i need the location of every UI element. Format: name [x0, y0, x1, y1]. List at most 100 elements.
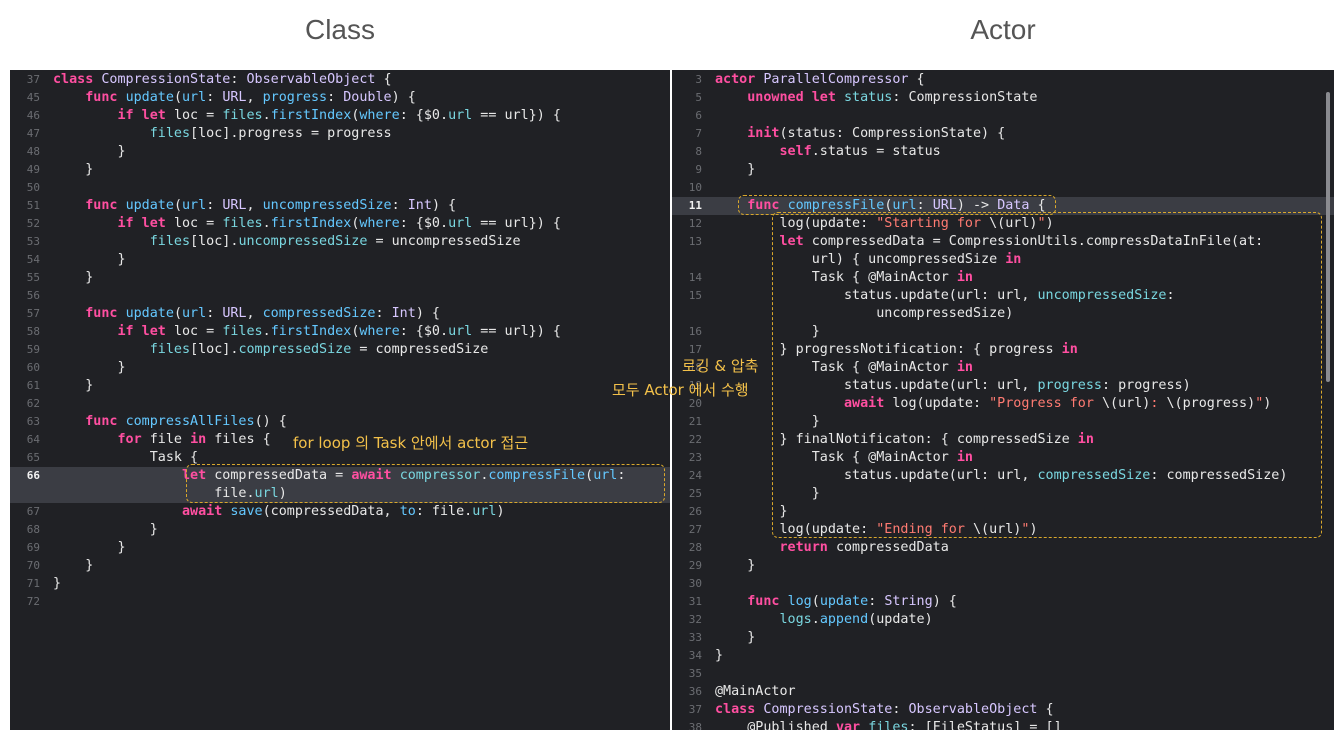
code-token: self: [779, 144, 812, 159]
code-token: if let: [117, 108, 174, 123]
code-line[interactable]: 51 func update(url: URL, uncompressedSiz…: [10, 197, 670, 215]
line-number: 30: [688, 577, 702, 590]
code-line[interactable]: 5 unowned let status: CompressionState: [672, 89, 1334, 107]
code-text: }: [53, 161, 93, 179]
code-line[interactable]: 7 init(status: CompressionState) {: [672, 125, 1334, 143]
code-line[interactable]: 32 logs.append(update): [672, 611, 1334, 629]
code-line[interactable]: 34}: [672, 647, 1334, 665]
code-token: CompressionState: [101, 72, 231, 87]
code-token: :: [230, 72, 247, 87]
code-token: }: [715, 648, 724, 663]
code-line[interactable]: 56: [10, 287, 670, 305]
code-token: .: [811, 612, 820, 627]
code-text: for file in files {: [53, 431, 271, 449]
code-line[interactable]: 57 func update(url: URL, compressedSize:…: [10, 305, 670, 323]
code-token: {: [1037, 702, 1054, 717]
code-line[interactable]: 72: [10, 593, 670, 611]
code-line[interactable]: 28 return compressedData: [672, 539, 1334, 557]
line-number: 9: [695, 163, 702, 176]
line-number: 60: [26, 361, 40, 374]
code-token: (: [173, 306, 182, 321]
code-token: func: [85, 414, 126, 429]
code-line[interactable]: 46 if let loc = files.firstIndex(where: …: [10, 107, 670, 125]
code-token: if let: [117, 324, 174, 339]
vertical-scrollbar[interactable]: [1326, 92, 1330, 382]
code-token: URL: [222, 306, 247, 321]
code-line[interactable]: 70 }: [10, 557, 670, 575]
code-line[interactable]: 31 func log(update: String) {: [672, 593, 1334, 611]
code-text: return compressedData: [715, 539, 949, 557]
code-token: : [FileStatus] = []: [908, 720, 1062, 730]
code-token: files {: [214, 432, 271, 447]
code-line[interactable]: 37 class CompressionState: ObservableObje…: [672, 701, 1334, 719]
code-line[interactable]: 47 files[loc].progress = progress: [10, 125, 670, 143]
code-line[interactable]: 62: [10, 395, 670, 413]
code-line[interactable]: 6: [672, 107, 1334, 125]
code-line[interactable]: 69 }: [10, 539, 670, 557]
code-token: compressedSize: [238, 342, 352, 357]
code-line[interactable]: 59 files[loc].compressedSize = compresse…: [10, 341, 670, 359]
code-token: logs: [779, 612, 812, 627]
line-number: 38: [688, 721, 702, 730]
code-token: }: [715, 630, 756, 645]
code-token: files: [149, 342, 191, 357]
code-line[interactable]: 54 }: [10, 251, 670, 269]
code-token: : file.: [415, 504, 473, 519]
code-token: :: [327, 90, 344, 105]
code-token: progress: [262, 90, 328, 105]
code-line[interactable]: 48 }: [10, 143, 670, 161]
code-line[interactable]: 45 func update(url: URL, progress: Doubl…: [10, 89, 670, 107]
code-text: }: [53, 557, 93, 575]
code-line[interactable]: 3 actor ParallelCompressor {: [672, 71, 1334, 89]
code-token: files: [868, 720, 909, 730]
code-token: compressAllFiles: [125, 414, 255, 429]
code-line[interactable]: 33 }: [672, 629, 1334, 647]
code-line[interactable]: 60 }: [10, 359, 670, 377]
code-text: actor ParallelCompressor {: [715, 71, 925, 89]
code-line[interactable]: 30: [672, 575, 1334, 593]
code-token: CompressionState: [763, 702, 893, 717]
code-line[interactable]: 38 @Published var files: [FileStatus] = …: [672, 719, 1334, 730]
code-line[interactable]: 63 func compressAllFiles() {: [10, 413, 670, 431]
code-line[interactable]: 37 class CompressionState: ObservableObje…: [10, 71, 670, 89]
code-token: init: [747, 126, 780, 141]
code-line[interactable]: 8 self.status = status: [672, 143, 1334, 161]
code-line[interactable]: 55 }: [10, 269, 670, 287]
code-token: [loc].progress = progress: [190, 126, 392, 141]
code-token: return: [779, 540, 836, 555]
line-number: 11: [688, 199, 702, 212]
left-code-editor[interactable]: 72 71} 70 } 69 } 68 } 67 await save(compresse…: [10, 70, 670, 730]
code-token: func: [85, 198, 126, 213]
code-line[interactable]: 49 }: [10, 161, 670, 179]
code-line[interactable]: 29 }: [672, 557, 1334, 575]
code-line[interactable]: 58 if let loc = files.firstIndex(where: …: [10, 323, 670, 341]
line-number: 7: [695, 127, 702, 140]
line-number: 48: [26, 145, 40, 158]
left-annotation: for loop 의 Task 안에서 actor 접근: [293, 434, 529, 452]
code-line[interactable]: 9 }: [672, 161, 1334, 179]
code-line[interactable]: 53 files[loc].uncompressedSize = uncompr…: [10, 233, 670, 251]
code-line[interactable]: 67 await save(compressedData, to: file.u…: [10, 503, 670, 521]
line-number: 37: [26, 73, 40, 86]
code-line[interactable]: 52 if let loc = files.firstIndex(where: …: [10, 215, 670, 233]
code-line[interactable]: 71}: [10, 575, 670, 593]
code-text: if let loc = files.firstIndex(where: {$0…: [53, 215, 561, 233]
code-token: unowned let: [747, 90, 844, 105]
code-text: if let loc = files.firstIndex(where: {$0…: [53, 107, 561, 125]
line-number: 68: [26, 523, 40, 536]
code-token: url: [472, 504, 497, 519]
code-line[interactable]: 61 }: [10, 377, 670, 395]
code-text: }: [715, 557, 755, 575]
line-number: 46: [26, 109, 40, 122]
code-line[interactable]: 68 }: [10, 521, 670, 539]
code-line[interactable]: 50: [10, 179, 670, 197]
code-line[interactable]: 35: [672, 665, 1334, 683]
code-line[interactable]: 36 @MainActor: [672, 683, 1334, 701]
line-number: 12: [688, 217, 702, 230]
line-number: 64: [26, 433, 40, 446]
right-code-editor[interactable]: 38 @Published var files: [FileStatus] = …: [672, 70, 1334, 730]
